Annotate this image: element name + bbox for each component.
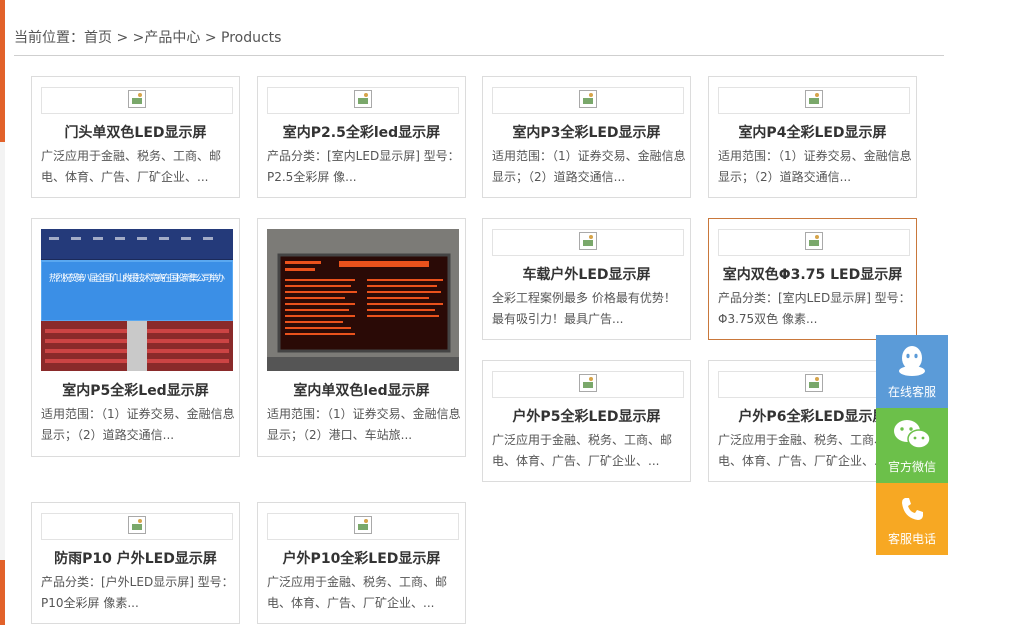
broken-image-icon [128,90,146,108]
product-title[interactable]: 车载户外LED显示屏 [483,264,690,284]
wechat-label: 官方微信 [887,460,936,474]
service-phone-button[interactable]: 客服电话 [876,483,948,555]
product-description: 适用范围：（1）证券交易、金融信息显示；（2）道路交通信... [718,149,912,184]
breadcrumb-separator: > [200,30,222,46]
breadcrumb: 当前位置：首页 > >产品中心 > Products [14,28,944,56]
wechat-button[interactable]: 官方微信 [876,408,948,483]
product-description: 适用范围：（1）证券交易、金融信息显示；（2）道路交通信... [492,149,686,184]
product-image-placeholder[interactable] [492,229,684,256]
broken-image-icon [128,516,146,534]
product-image-placeholder[interactable] [41,87,233,114]
product-title[interactable]: 室内P4全彩LED显示屏 [709,122,916,142]
service-phone-label: 客服电话 [887,532,936,546]
product-description: 广泛应用于金融、税务、工商、邮电、体育、广告、厂矿企业、... [492,433,673,468]
product-card[interactable]: 户外P10全彩LED显示屏 广泛应用于金融、税务、工商、邮电、体育、广告、厂矿企… [257,502,466,624]
breadcrumb-current: Products [221,30,282,46]
product-description: 适用范围：（1）证券交易、金融信息显示；（2）道路交通信... [41,407,235,442]
broken-image-icon [805,90,823,108]
product-description: 全彩工程案例最多 价格最有优势！最有吸引力！最具广告... [492,291,676,326]
product-description: 产品分类：[室内LED显示屏] 型号：P2.5全彩屏 像... [267,149,460,184]
breadcrumb-products-link[interactable]: >产品中心 [133,30,201,46]
wechat-icon [894,420,931,449]
product-photo-stadium-led[interactable]: 热烈祝贺第八届全国矿山救援技术竞赛在国投新集公司举办 [41,229,233,371]
product-card[interactable]: 防雨P10 户外LED显示屏 产品分类：[户外LED显示屏] 型号：P10全彩屏… [31,502,240,624]
broken-image-icon [579,232,597,250]
product-description: 广泛应用于金融、税务、工商、邮电、体育、广告、厂矿企业、... [41,149,222,184]
product-card[interactable]: 门头单双色LED显示屏 广泛应用于金融、税务、工商、邮电、体育、广告、厂矿企业、… [31,76,240,198]
product-title[interactable]: 室内P2.5全彩led显示屏 [258,122,465,142]
product-image-placeholder[interactable] [492,371,684,398]
product-title[interactable]: 室内P5全彩Led显示屏 [32,380,239,400]
product-image-placeholder[interactable] [41,513,233,540]
led-screen-text: 热烈祝贺第八届全国矿山救援技术竞赛在国投新集公司举办 [49,272,225,284]
product-title[interactable]: 户外P5全彩LED显示屏 [483,406,690,426]
product-image-placeholder[interactable] [492,87,684,114]
product-card[interactable]: 室内P4全彩LED显示屏 适用范围：（1）证券交易、金融信息显示；（2）道路交通… [708,76,917,198]
product-card[interactable]: 室内单双色led显示屏 适用范围：（1）证券交易、金融信息显示；（2）港口、车站… [257,218,466,457]
product-description: 适用范围：（1）证券交易、金融信息显示；（2）港口、车站旅... [267,407,461,442]
breadcrumb-separator: > [112,30,133,46]
online-service-button[interactable]: 在线客服 [876,335,948,408]
breadcrumb-prefix: 当前位置： [14,30,84,46]
product-image-placeholder[interactable] [718,87,910,114]
broken-image-icon [579,374,597,392]
phone-icon [902,498,923,520]
product-title[interactable]: 户外P10全彩LED显示屏 [258,548,465,568]
product-title[interactable]: 门头单双色LED显示屏 [32,122,239,142]
product-description: 产品分类：[室内LED显示屏] 型号：Φ3.75双色 像素... [718,291,911,326]
product-card[interactable]: 室内P3全彩LED显示屏 适用范围：（1）证券交易、金融信息显示；（2）道路交通… [482,76,691,198]
product-card[interactable]: 车载户外LED显示屏 全彩工程案例最多 价格最有优势！最有吸引力！最具广告... [482,218,691,340]
product-card[interactable]: 室内双色Φ3.75 LED显示屏 产品分类：[室内LED显示屏] 型号：Φ3.7… [708,218,917,340]
broken-image-icon [354,516,372,534]
product-title[interactable]: 室内P3全彩LED显示屏 [483,122,690,142]
product-title[interactable]: 防雨P10 户外LED显示屏 [32,548,239,568]
product-image-placeholder[interactable] [267,513,459,540]
broken-image-icon [805,374,823,392]
broken-image-icon [579,90,597,108]
product-title[interactable]: 室内单双色led显示屏 [258,380,465,400]
broken-image-icon [354,90,372,108]
product-card[interactable]: 室内P2.5全彩led显示屏 产品分类：[室内LED显示屏] 型号：P2.5全彩… [257,76,466,198]
breadcrumb-home-link[interactable]: 首页 [84,30,112,46]
product-image-placeholder[interactable] [718,229,910,256]
product-description: 产品分类：[户外LED显示屏] 型号：P10全彩屏 像素... [41,575,234,610]
online-service-label: 在线客服 [887,385,936,399]
product-image-placeholder[interactable] [267,87,459,114]
left-edge-bar [0,0,5,625]
broken-image-icon [805,232,823,250]
product-card[interactable]: 户外P5全彩LED显示屏 广泛应用于金融、税务、工商、邮电、体育、广告、厂矿企业… [482,360,691,482]
product-description: 广泛应用于金融、税务、工商、邮电、体育、广告、厂矿企业、... [267,575,448,610]
qq-penguin-icon [899,346,925,376]
product-title[interactable]: 室内双色Φ3.75 LED显示屏 [709,264,916,284]
product-photo-indoor-red-led[interactable] [267,229,459,371]
product-card[interactable]: 热烈祝贺第八届全国矿山救援技术竞赛在国投新集公司举办 室内P5全彩Led显示屏 … [31,218,240,457]
